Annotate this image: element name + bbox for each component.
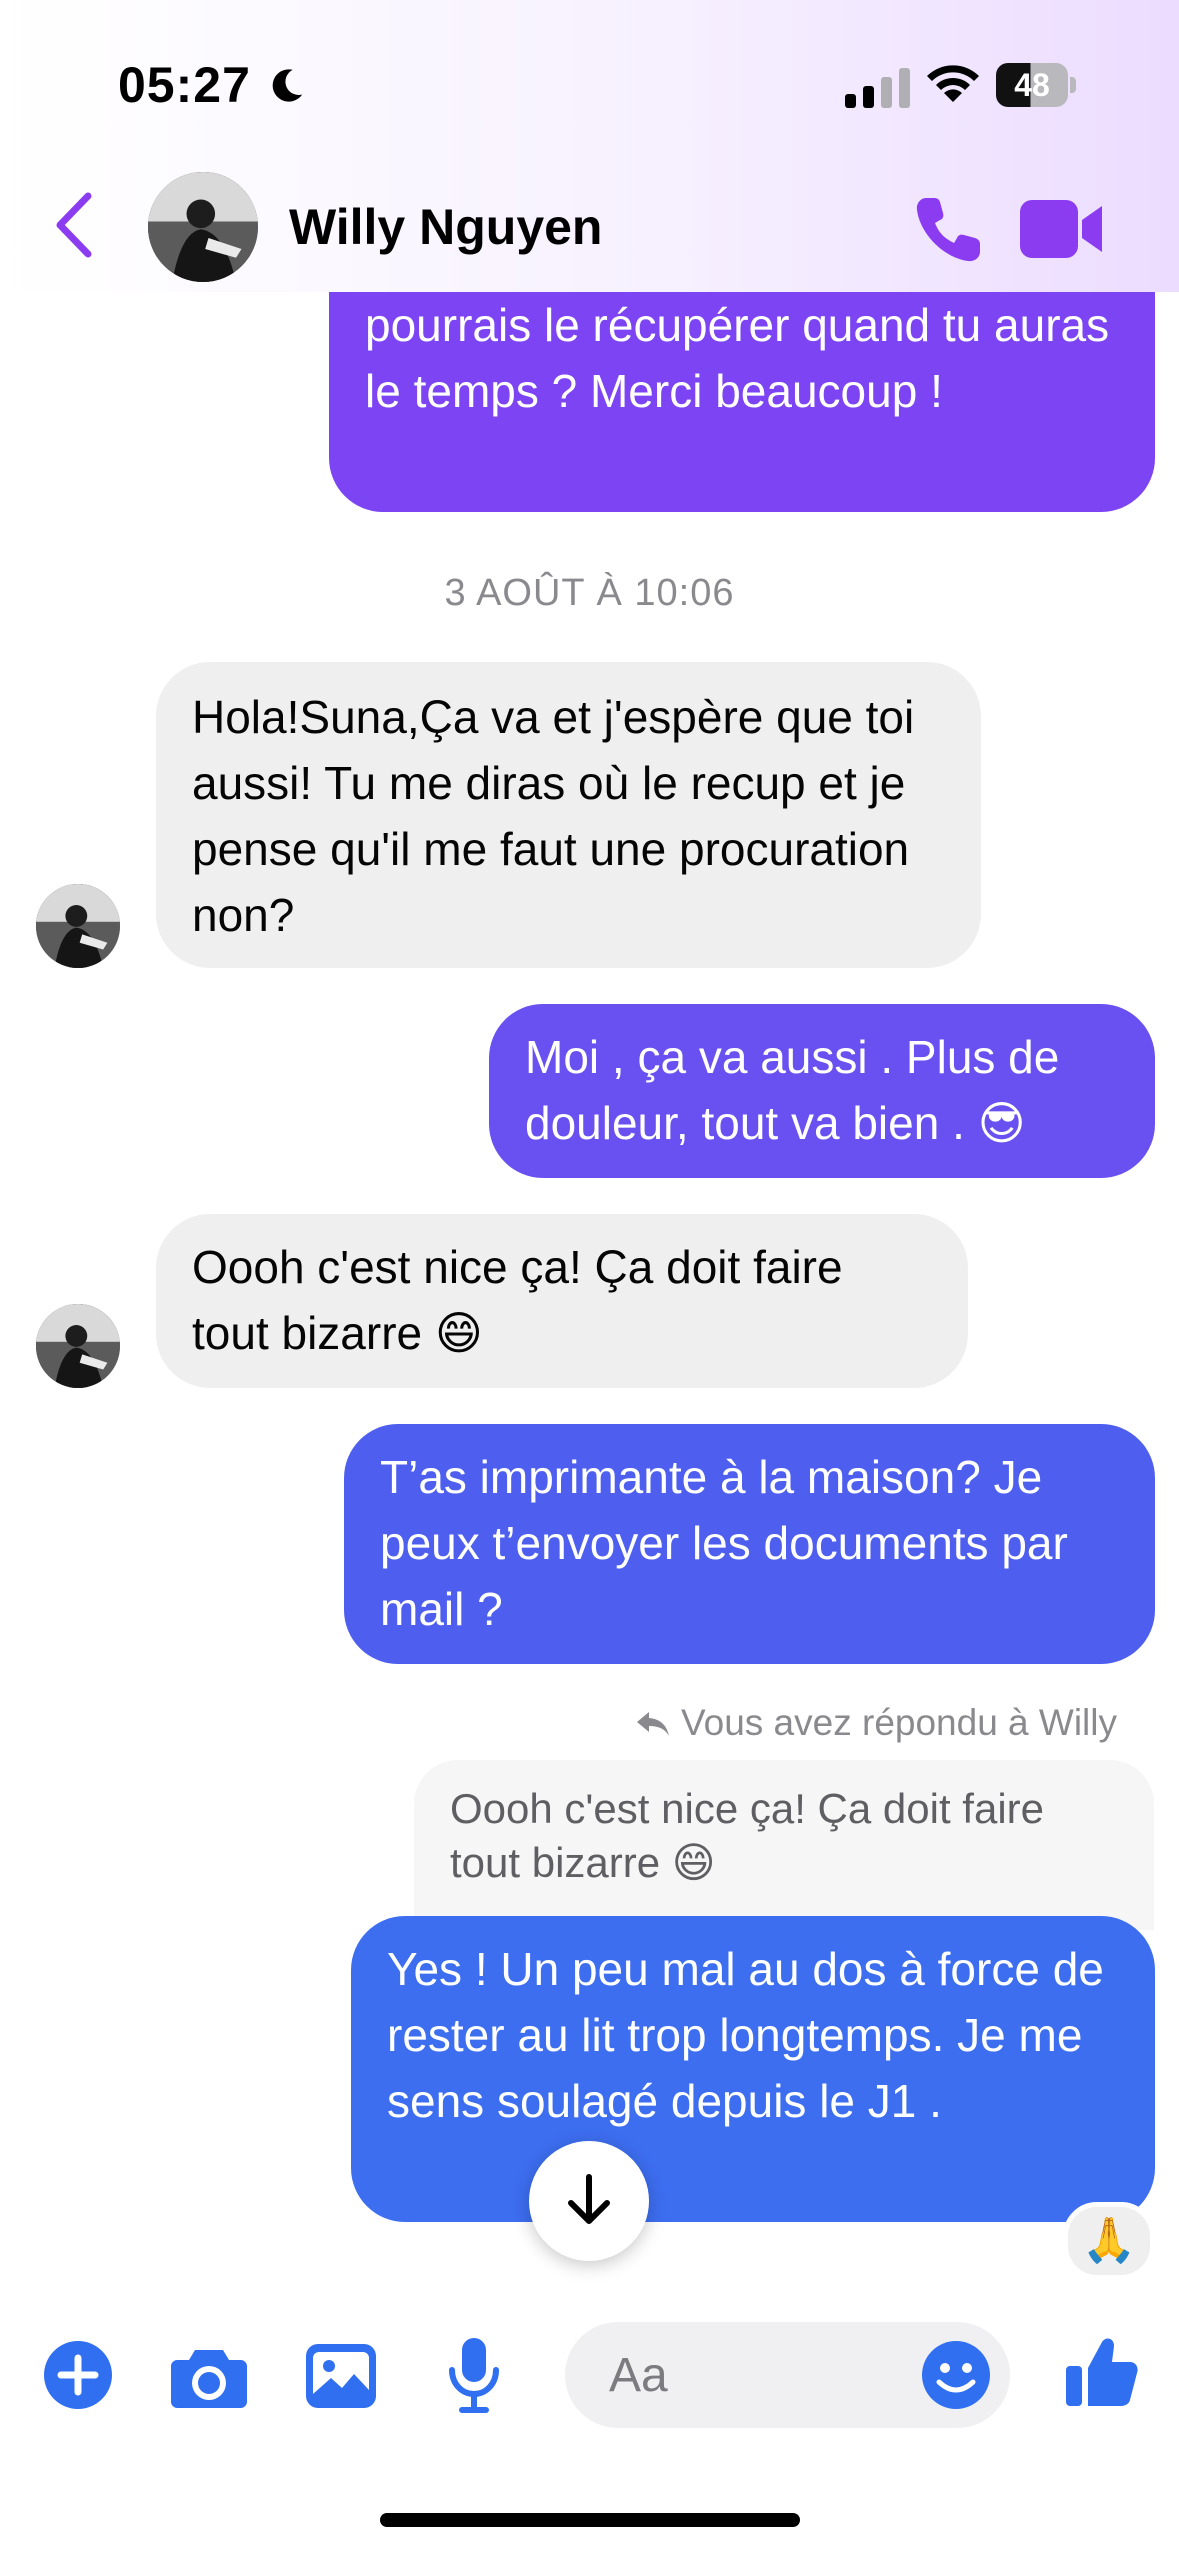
- message-input-placeholder: Aa: [609, 2349, 668, 2402]
- message-input[interactable]: Aa: [565, 2322, 1010, 2428]
- status-time: 05:27: [118, 57, 251, 113]
- message-reaction[interactable]: 🙏: [1063, 2202, 1155, 2280]
- battery-icon: 48: [996, 63, 1076, 107]
- reply-arrow-icon: [636, 1712, 669, 1736]
- message-text: pourrais le récupérer quand tu auras le …: [365, 299, 1110, 417]
- message-text: Moi , ça va aussi . Plus de douleur, tou…: [525, 1031, 1060, 1149]
- message-text: Oooh c'est nice ça! Ça doit faire tout b…: [192, 1241, 843, 1359]
- home-indicator: [380, 2513, 800, 2527]
- conversation-header: 05:27 48 Willy Nguyen: [0, 0, 1179, 292]
- sender-avatar: [36, 884, 120, 968]
- wifi-icon: [927, 65, 979, 102]
- signal-icon: [845, 68, 910, 108]
- message-text: Hola!Suna,Ça va et j'espère que toi auss…: [192, 691, 915, 941]
- camera-icon[interactable]: [171, 2346, 247, 2408]
- phone-icon[interactable]: [912, 194, 984, 266]
- sender-avatar: [36, 1304, 120, 1388]
- thumbs-up-icon[interactable]: [1066, 2336, 1138, 2408]
- message-bubble-outgoing[interactable]: Yes ! Un peu mal au dos à force de reste…: [351, 1916, 1155, 2222]
- gallery-icon[interactable]: [306, 2344, 376, 2408]
- contact-name[interactable]: Willy Nguyen: [289, 198, 602, 256]
- arrow-down-icon: [568, 2174, 610, 2224]
- message-bubble-incoming[interactable]: Oooh c'est nice ça! Ça doit faire tout b…: [156, 1214, 968, 1388]
- back-chevron-icon[interactable]: [50, 190, 100, 260]
- contact-avatar[interactable]: [148, 172, 258, 282]
- date-separator: 3 AOÛT À 10:06: [444, 572, 735, 614]
- message-text: T’as imprimante à la maison? Je peux t’e…: [380, 1451, 1068, 1635]
- emoji-icon[interactable]: [921, 2340, 991, 2410]
- video-camera-icon[interactable]: [1020, 198, 1104, 260]
- plus-icon[interactable]: [43, 2340, 113, 2410]
- microphone-icon[interactable]: [446, 2338, 502, 2414]
- quoted-text: Oooh c'est nice ça! Ça doit faire tout b…: [450, 1785, 1044, 1886]
- message-bubble-outgoing[interactable]: T’as imprimante à la maison? Je peux t’e…: [344, 1424, 1155, 1664]
- battery-level: 48: [996, 63, 1068, 107]
- message-bubble-incoming[interactable]: Hola!Suna,Ça va et j'espère que toi auss…: [156, 662, 981, 968]
- reply-note: Vous avez répondu à Willy: [635, 1702, 1117, 1744]
- scroll-to-bottom-button[interactable]: [529, 2141, 649, 2261]
- moon-icon: [272, 69, 303, 102]
- message-text: Yes ! Un peu mal au dos à force de reste…: [387, 1943, 1104, 2127]
- quoted-message[interactable]: Oooh c'est nice ça! Ça doit faire tout b…: [414, 1760, 1154, 1930]
- reply-note-text: Vous avez répondu à Willy: [680, 1702, 1117, 1743]
- message-bubble-outgoing[interactable]: Moi , ça va aussi . Plus de douleur, tou…: [489, 1004, 1155, 1178]
